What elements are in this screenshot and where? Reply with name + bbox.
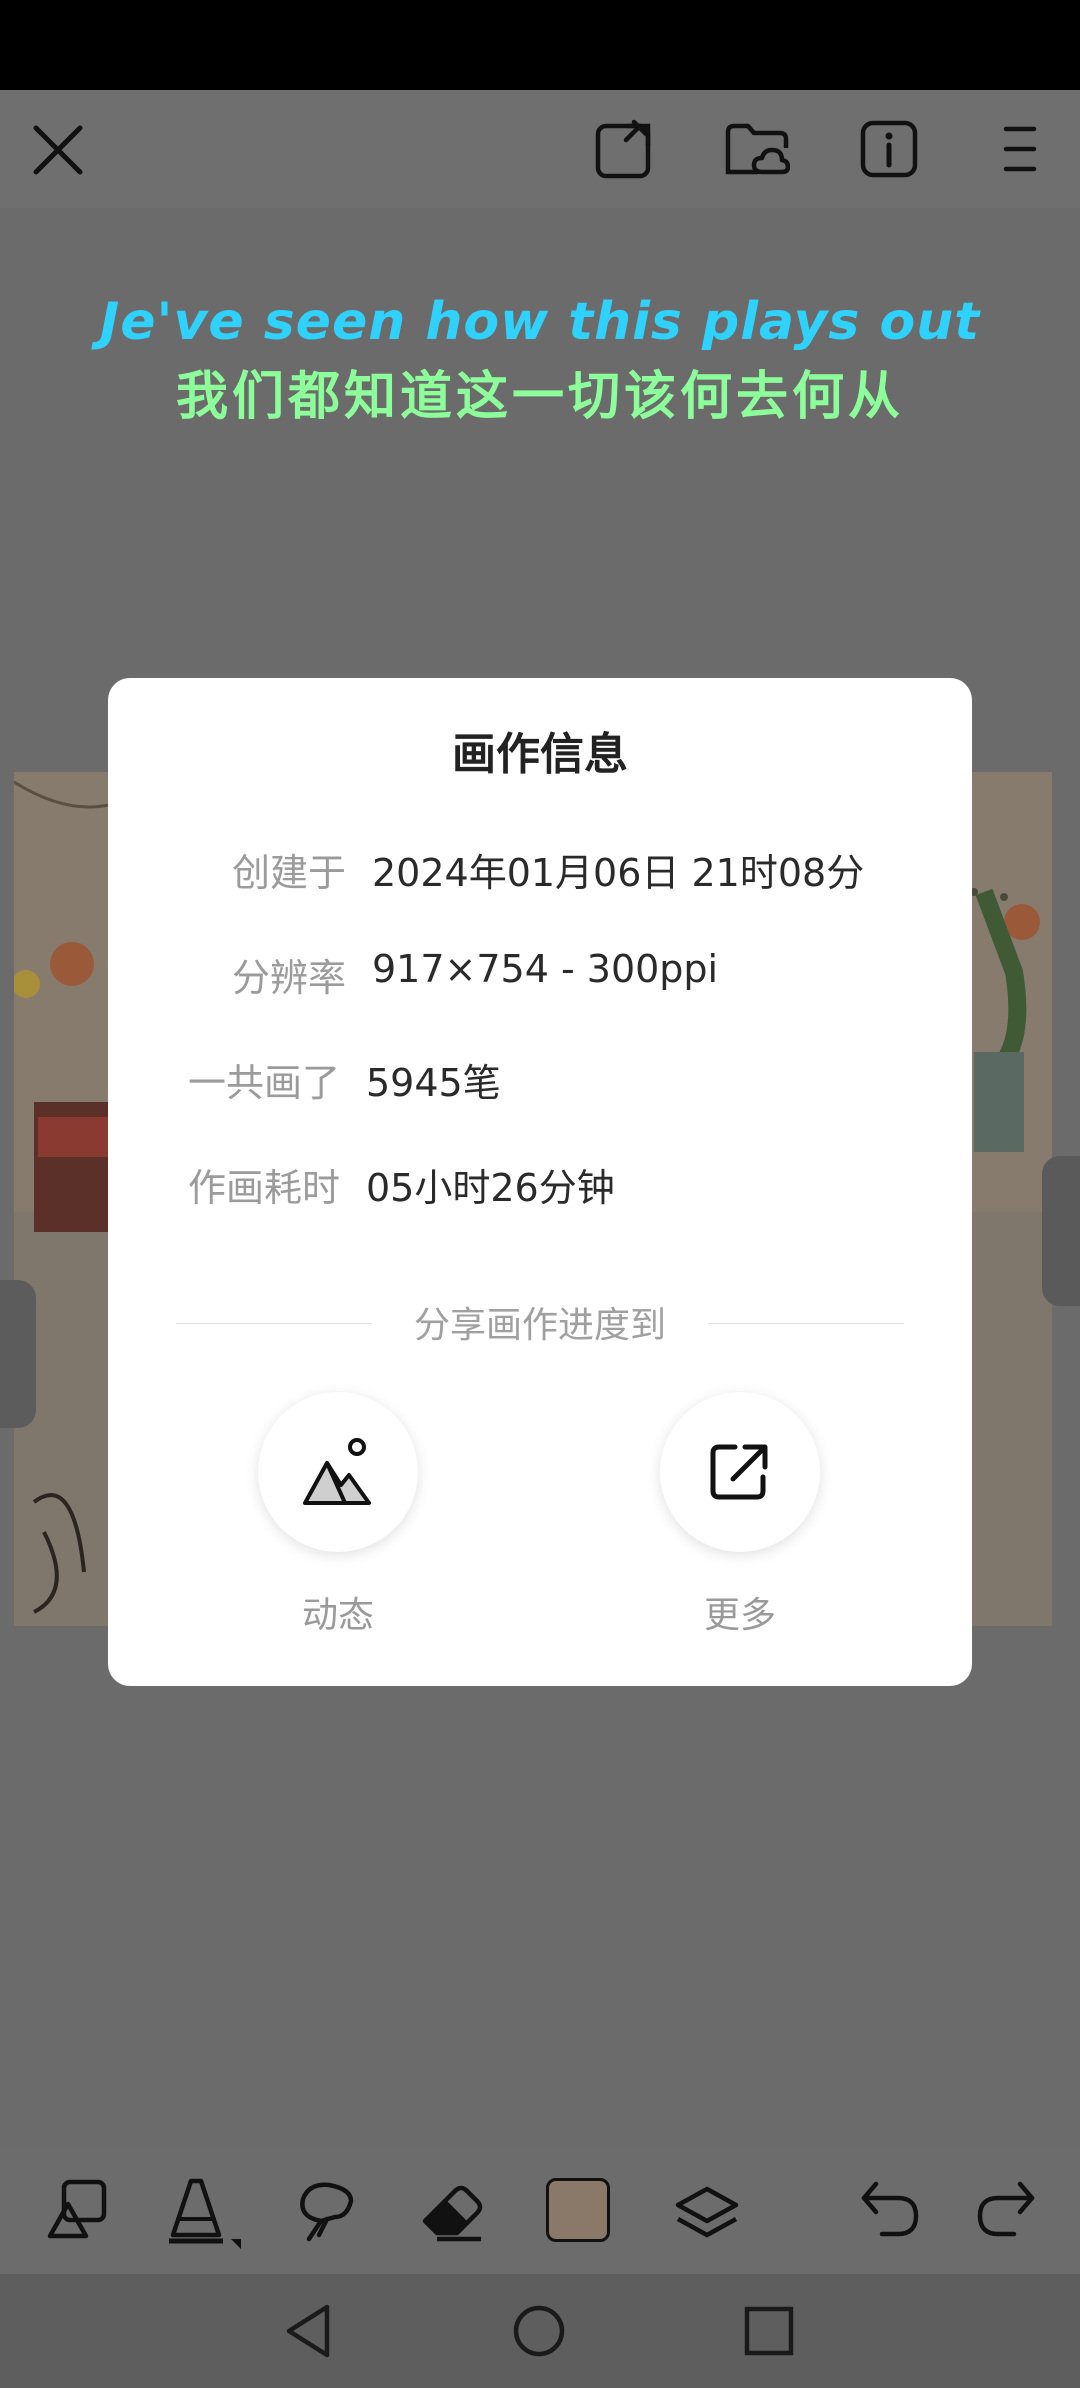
info-row-strokes: 一共画了 5945笔 (108, 1052, 972, 1112)
close-icon[interactable] (22, 114, 94, 186)
info-label: 创建于 (231, 851, 346, 895)
info-row-duration: 作画耗时 05小时26分钟 (108, 1157, 972, 1217)
edit-export-icon[interactable] (588, 112, 662, 186)
info-row-created: 创建于 2024年01月06日 21时08分 (108, 842, 972, 902)
info-label: 分辨率 (231, 956, 346, 1000)
lyric-line-english: Je've seen how this plays out (99, 292, 981, 352)
top-bar (0, 90, 1080, 208)
share-more-button[interactable] (660, 1392, 820, 1552)
dialog-title: 画作信息 (452, 729, 628, 780)
eraser-icon[interactable] (410, 2170, 494, 2254)
external-share-icon (710, 1444, 768, 1500)
redo-icon[interactable] (966, 2170, 1046, 2250)
share-moments-label: 动态 (301, 1595, 374, 1636)
shapes-icon[interactable] (36, 2170, 114, 2248)
system-nav-bar (0, 2274, 1080, 2388)
info-value: 917×754 - 300ppi (372, 947, 719, 991)
artwork-info-dialog: 画作信息 创建于 2024年01月06日 21时08分 分辨率 917×754 … (108, 678, 972, 1686)
info-value: 5945笔 (366, 1061, 501, 1105)
info-row-resolution: 分辨率 917×754 - 300ppi (108, 947, 972, 1007)
home-icon[interactable] (506, 2298, 572, 2364)
color-swatch[interactable] (546, 2178, 610, 2242)
right-side-handle[interactable] (1042, 1156, 1080, 1306)
info-icon[interactable] (852, 112, 926, 186)
share-more-label: 更多 (703, 1595, 776, 1636)
info-label: 一共画了 (187, 1061, 340, 1105)
info-label: 作画耗时 (187, 1166, 340, 1210)
menu-icon[interactable] (990, 112, 1050, 186)
info-value: 2024年01月06日 21时08分 (372, 851, 865, 895)
info-value: 05小时26分钟 (366, 1166, 615, 1210)
bottom-toolbar (0, 2146, 1080, 2274)
left-side-handle[interactable] (0, 1280, 36, 1428)
layers-icon[interactable] (664, 2170, 750, 2256)
share-moments-button[interactable] (258, 1392, 418, 1552)
mountain-image-icon (303, 1438, 371, 1505)
brush-cone-icon[interactable] (160, 2170, 250, 2260)
divider-right (708, 1323, 904, 1324)
status-bar (0, 0, 1080, 90)
lyric-line-chinese: 我们都知道这一切该何去何从 (175, 367, 904, 427)
recents-icon[interactable] (736, 2298, 802, 2364)
undo-icon[interactable] (850, 2170, 930, 2250)
smudge-icon[interactable] (284, 2170, 368, 2254)
back-icon[interactable] (276, 2298, 342, 2364)
cloud-folder-icon[interactable] (720, 112, 794, 186)
share-heading: 分享画作进度到 (413, 1305, 666, 1346)
